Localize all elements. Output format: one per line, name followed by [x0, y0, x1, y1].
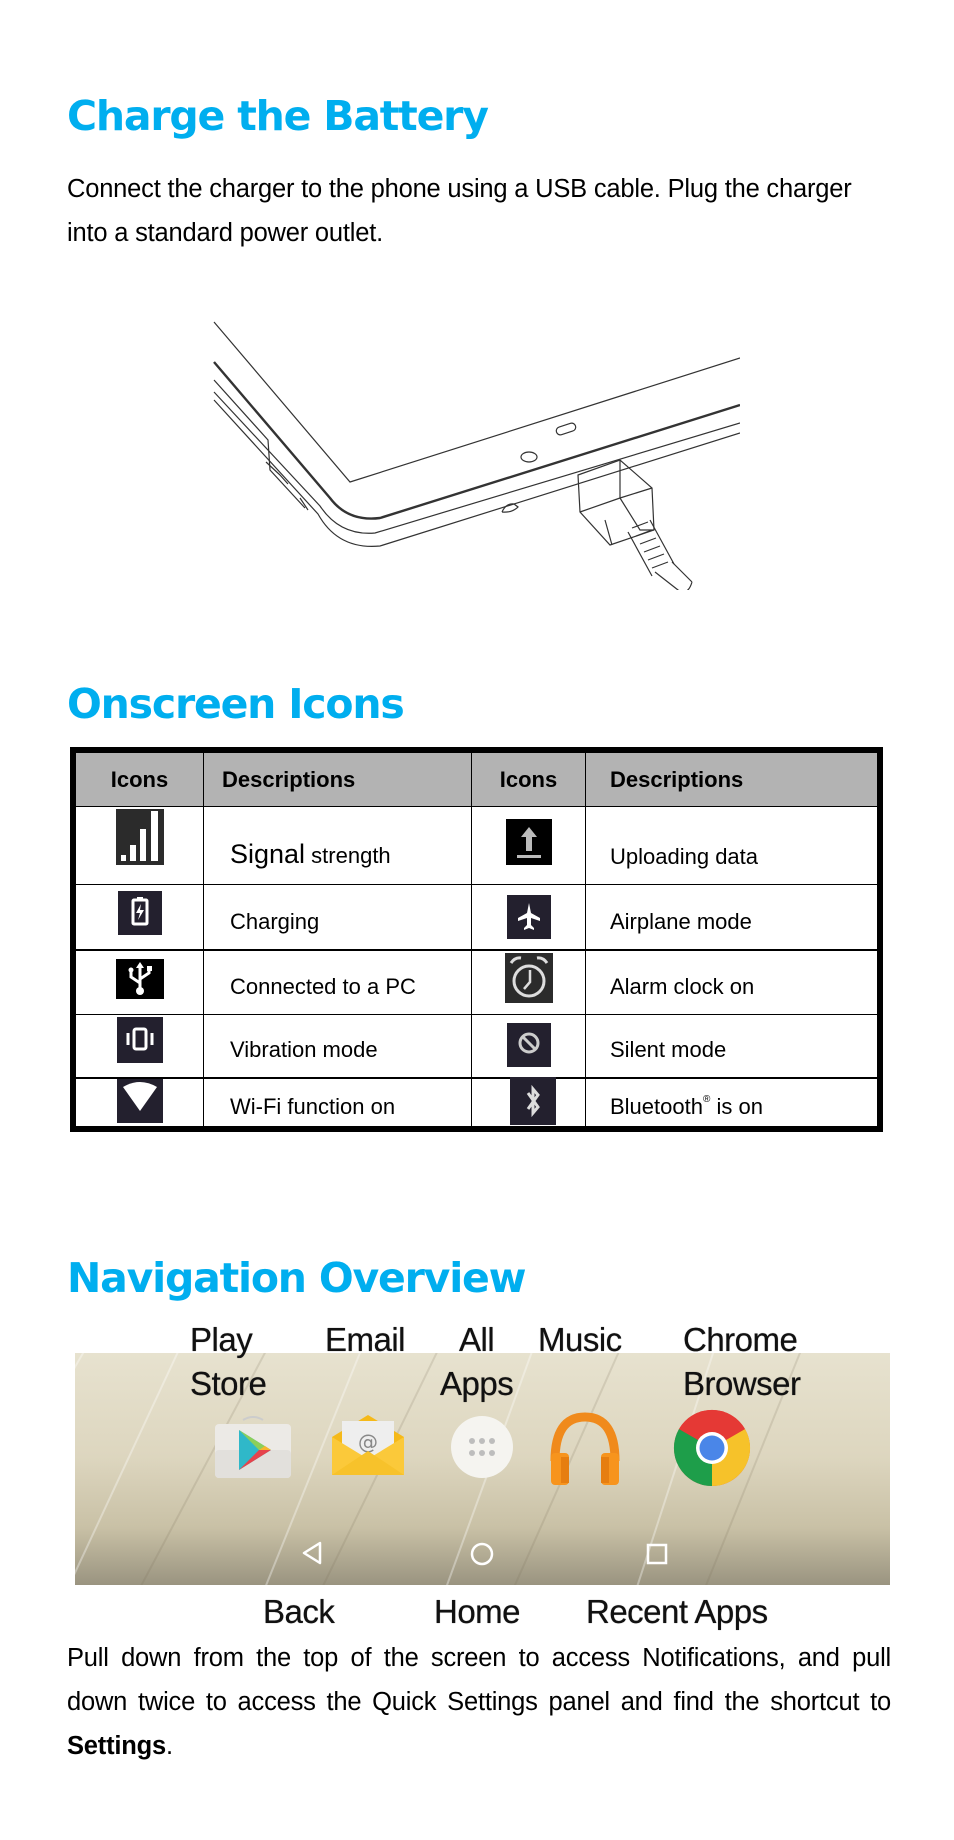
home-button[interactable]: [469, 1541, 495, 1567]
icon-description: Airplane mode: [610, 909, 752, 934]
chrome-browser-icon[interactable]: [673, 1409, 751, 1487]
all-apps-icon[interactable]: [450, 1415, 514, 1479]
table-row: Connected to a PC Alarm clock on: [76, 951, 877, 1015]
vibration-icon: [116, 1017, 163, 1063]
header-descriptions: Descriptions: [204, 753, 472, 806]
back-label: Back: [263, 1593, 335, 1630]
wifi-icon: [116, 1079, 163, 1123]
charge-battery-text: Connect the charger to the phone using a…: [67, 175, 852, 247]
charge-battery-heading: Charge the Battery: [67, 92, 489, 140]
usb-icon: [115, 959, 164, 999]
icon-description: Uploading data: [610, 844, 759, 869]
table-row: Wi-Fi function on Bluetooth® is on: [76, 1077, 877, 1126]
alarm-clock-icon: [504, 953, 553, 1003]
play-store-label: Play Store: [190, 1321, 267, 1402]
table-header-row: Icons Descriptions Icons Descriptions: [76, 753, 877, 807]
bluetooth-icon: [509, 1077, 556, 1125]
header-icons: Icons: [472, 753, 586, 806]
tablet-usb-charger-illustration: [213, 321, 740, 590]
music-icon[interactable]: [545, 1411, 625, 1491]
icon-description: Wi-Fi function on: [230, 1094, 396, 1119]
header-descriptions: Descriptions: [610, 766, 744, 792]
silent-icon: [506, 1023, 551, 1067]
settings-emphasis: Settings: [67, 1732, 166, 1760]
music-label: Music: [538, 1321, 622, 1358]
back-button[interactable]: [300, 1540, 324, 1566]
recent-apps-button[interactable]: [645, 1542, 669, 1566]
icon-description: Signal strength: [230, 839, 391, 869]
upload-icon: [505, 819, 552, 865]
email-icon[interactable]: @: [328, 1411, 408, 1479]
table-row: Vibration mode Silent mode: [76, 1015, 877, 1079]
onscreen-icons-heading: Onscreen Icons: [67, 680, 405, 728]
icon-description: Bluetooth® is on: [610, 1094, 763, 1119]
home-label: Home: [434, 1593, 521, 1630]
svg-text:@: @: [358, 1430, 378, 1454]
icon-description: Charging: [230, 909, 320, 934]
signal-strength-icon: [115, 809, 164, 865]
header-icons: Icons: [76, 753, 204, 806]
onscreen-icons-table: Icons Descriptions Icons Descriptions Si…: [70, 747, 883, 1132]
navigation-text: Pull down from the top of the screen to …: [67, 1644, 891, 1760]
play-store-icon[interactable]: [213, 1416, 293, 1480]
icon-description: Silent mode: [610, 1037, 727, 1062]
chrome-browser-label: Chrome Browser: [683, 1321, 801, 1402]
email-label: Email: [325, 1321, 406, 1358]
icon-description: Vibration mode: [230, 1037, 378, 1062]
table-row: Signal strength Uploading data: [76, 807, 877, 885]
icon-description: Alarm clock on: [610, 974, 755, 999]
recent-apps-label: Recent Apps: [586, 1593, 768, 1630]
all-apps-label: All Apps: [440, 1321, 514, 1402]
navigation-overview-heading: Navigation Overview: [67, 1254, 527, 1302]
battery-charging-icon: [117, 891, 162, 935]
icon-description: Connected to a PC: [230, 974, 416, 999]
table-row: Charging Airplane mode: [76, 885, 877, 951]
airplane-icon: [506, 895, 551, 939]
